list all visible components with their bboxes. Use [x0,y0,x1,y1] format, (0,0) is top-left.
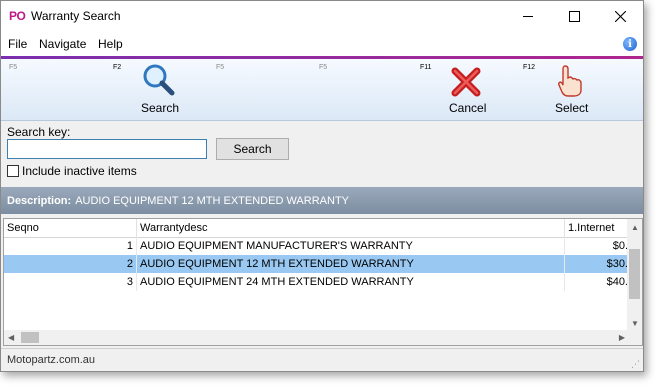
toolbar-cancel-label: Cancel [449,101,487,115]
menu-navigate[interactable]: Navigate [39,37,86,51]
cell-internet-price: $40. [565,273,629,291]
cell-seqno: 3 [4,273,137,291]
column-header-seqno[interactable]: Seqno [4,219,137,237]
scroll-right-icon[interactable]: ▶ [619,333,625,342]
horizontal-scroll-thumb[interactable] [21,332,39,343]
fkey-label: F11 [420,64,432,71]
minimize-button[interactable] [505,1,551,32]
cell-seqno: 1 [4,237,137,255]
menu-file[interactable]: File [8,37,27,51]
fkey-label: F2 [113,64,122,71]
search-button[interactable]: Search [216,138,289,160]
cell-seqno: 2 [4,255,137,273]
cell-internet-price: $0. [565,237,629,255]
window-title: Warranty Search [31,9,121,23]
fkey-label: F5 [9,64,18,71]
grid-header: Seqno Warrantydesc 1.Internet [4,219,629,238]
vertical-scrollbar[interactable]: ▲ ▼ [627,219,642,330]
search-key-label: Search key: [7,125,71,139]
status-text: Motopartz.com.au [7,354,96,366]
cell-warrantydesc: AUDIO EQUIPMENT 24 MTH EXTENDED WARRANTY [137,273,565,291]
table-row[interactable]: 3 AUDIO EQUIPMENT 24 MTH EXTENDED WARRAN… [4,273,629,291]
maximize-button[interactable] [551,1,597,32]
maximize-icon [568,11,580,22]
column-header-internet[interactable]: 1.Internet [565,219,629,237]
toolbar: F5 F2 F5 F5 F11 F12 Search Cancel Select [1,59,643,121]
scroll-left-icon[interactable]: ◀ [8,333,14,342]
toolbar-select-label: Select [555,101,589,115]
toolbar-search-label: Search [141,101,180,115]
include-inactive-row[interactable]: Include inactive items [7,164,137,178]
description-value: AUDIO EQUIPMENT 12 MTH EXTENDED WARRANTY [75,194,349,207]
description-label: Description: [7,194,72,207]
description-bar: Description: AUDIO EQUIPMENT 12 MTH EXTE… [1,187,643,214]
vertical-scroll-thumb[interactable] [629,249,640,299]
fkey-label: F5 [216,64,225,71]
cell-internet-price: $30. [565,255,629,273]
include-inactive-label: Include inactive items [22,164,137,178]
scroll-up-icon[interactable]: ▲ [631,223,639,232]
search-key-input[interactable] [7,139,207,159]
magnifier-icon [143,64,175,96]
warranty-grid[interactable]: Seqno Warrantydesc 1.Internet 1 AUDIO EQ… [3,218,643,346]
title-bar[interactable]: PO Warranty Search [1,1,643,32]
status-bar: Motopartz.com.au ⋰ [1,348,643,371]
cell-warrantydesc: AUDIO EQUIPMENT 12 MTH EXTENDED WARRANTY [137,255,565,273]
info-icon[interactable]: i [623,37,637,51]
menu-help[interactable]: Help [98,37,123,51]
minimize-icon [523,16,533,17]
cell-warrantydesc: AUDIO EQUIPMENT MANUFACTURER'S WARRANTY [137,237,565,255]
app-logo: PO [9,9,26,23]
close-icon [614,11,626,22]
scroll-down-icon[interactable]: ▼ [631,319,639,328]
close-button[interactable] [597,1,643,32]
pointing-hand-icon [558,65,582,97]
column-header-warrantydesc[interactable]: Warrantydesc [137,219,565,237]
warranty-search-window: PO Warranty Search File Navigate Help i … [0,0,644,372]
fkey-label: F5 [319,64,328,71]
table-row[interactable]: 1 AUDIO EQUIPMENT MANUFACTURER'S WARRANT… [4,237,629,255]
include-inactive-checkbox[interactable] [7,165,19,177]
table-row-selected[interactable]: 2 AUDIO EQUIPMENT 12 MTH EXTENDED WARRAN… [4,255,629,273]
scrollbar-corner [627,330,642,345]
resize-grip-icon[interactable]: ⋰ [631,359,640,370]
menu-bar: File Navigate Help i [1,32,643,56]
horizontal-scrollbar[interactable]: ◀ ▶ [4,330,629,345]
red-x-icon [451,67,481,97]
fkey-label: F12 [523,64,536,71]
